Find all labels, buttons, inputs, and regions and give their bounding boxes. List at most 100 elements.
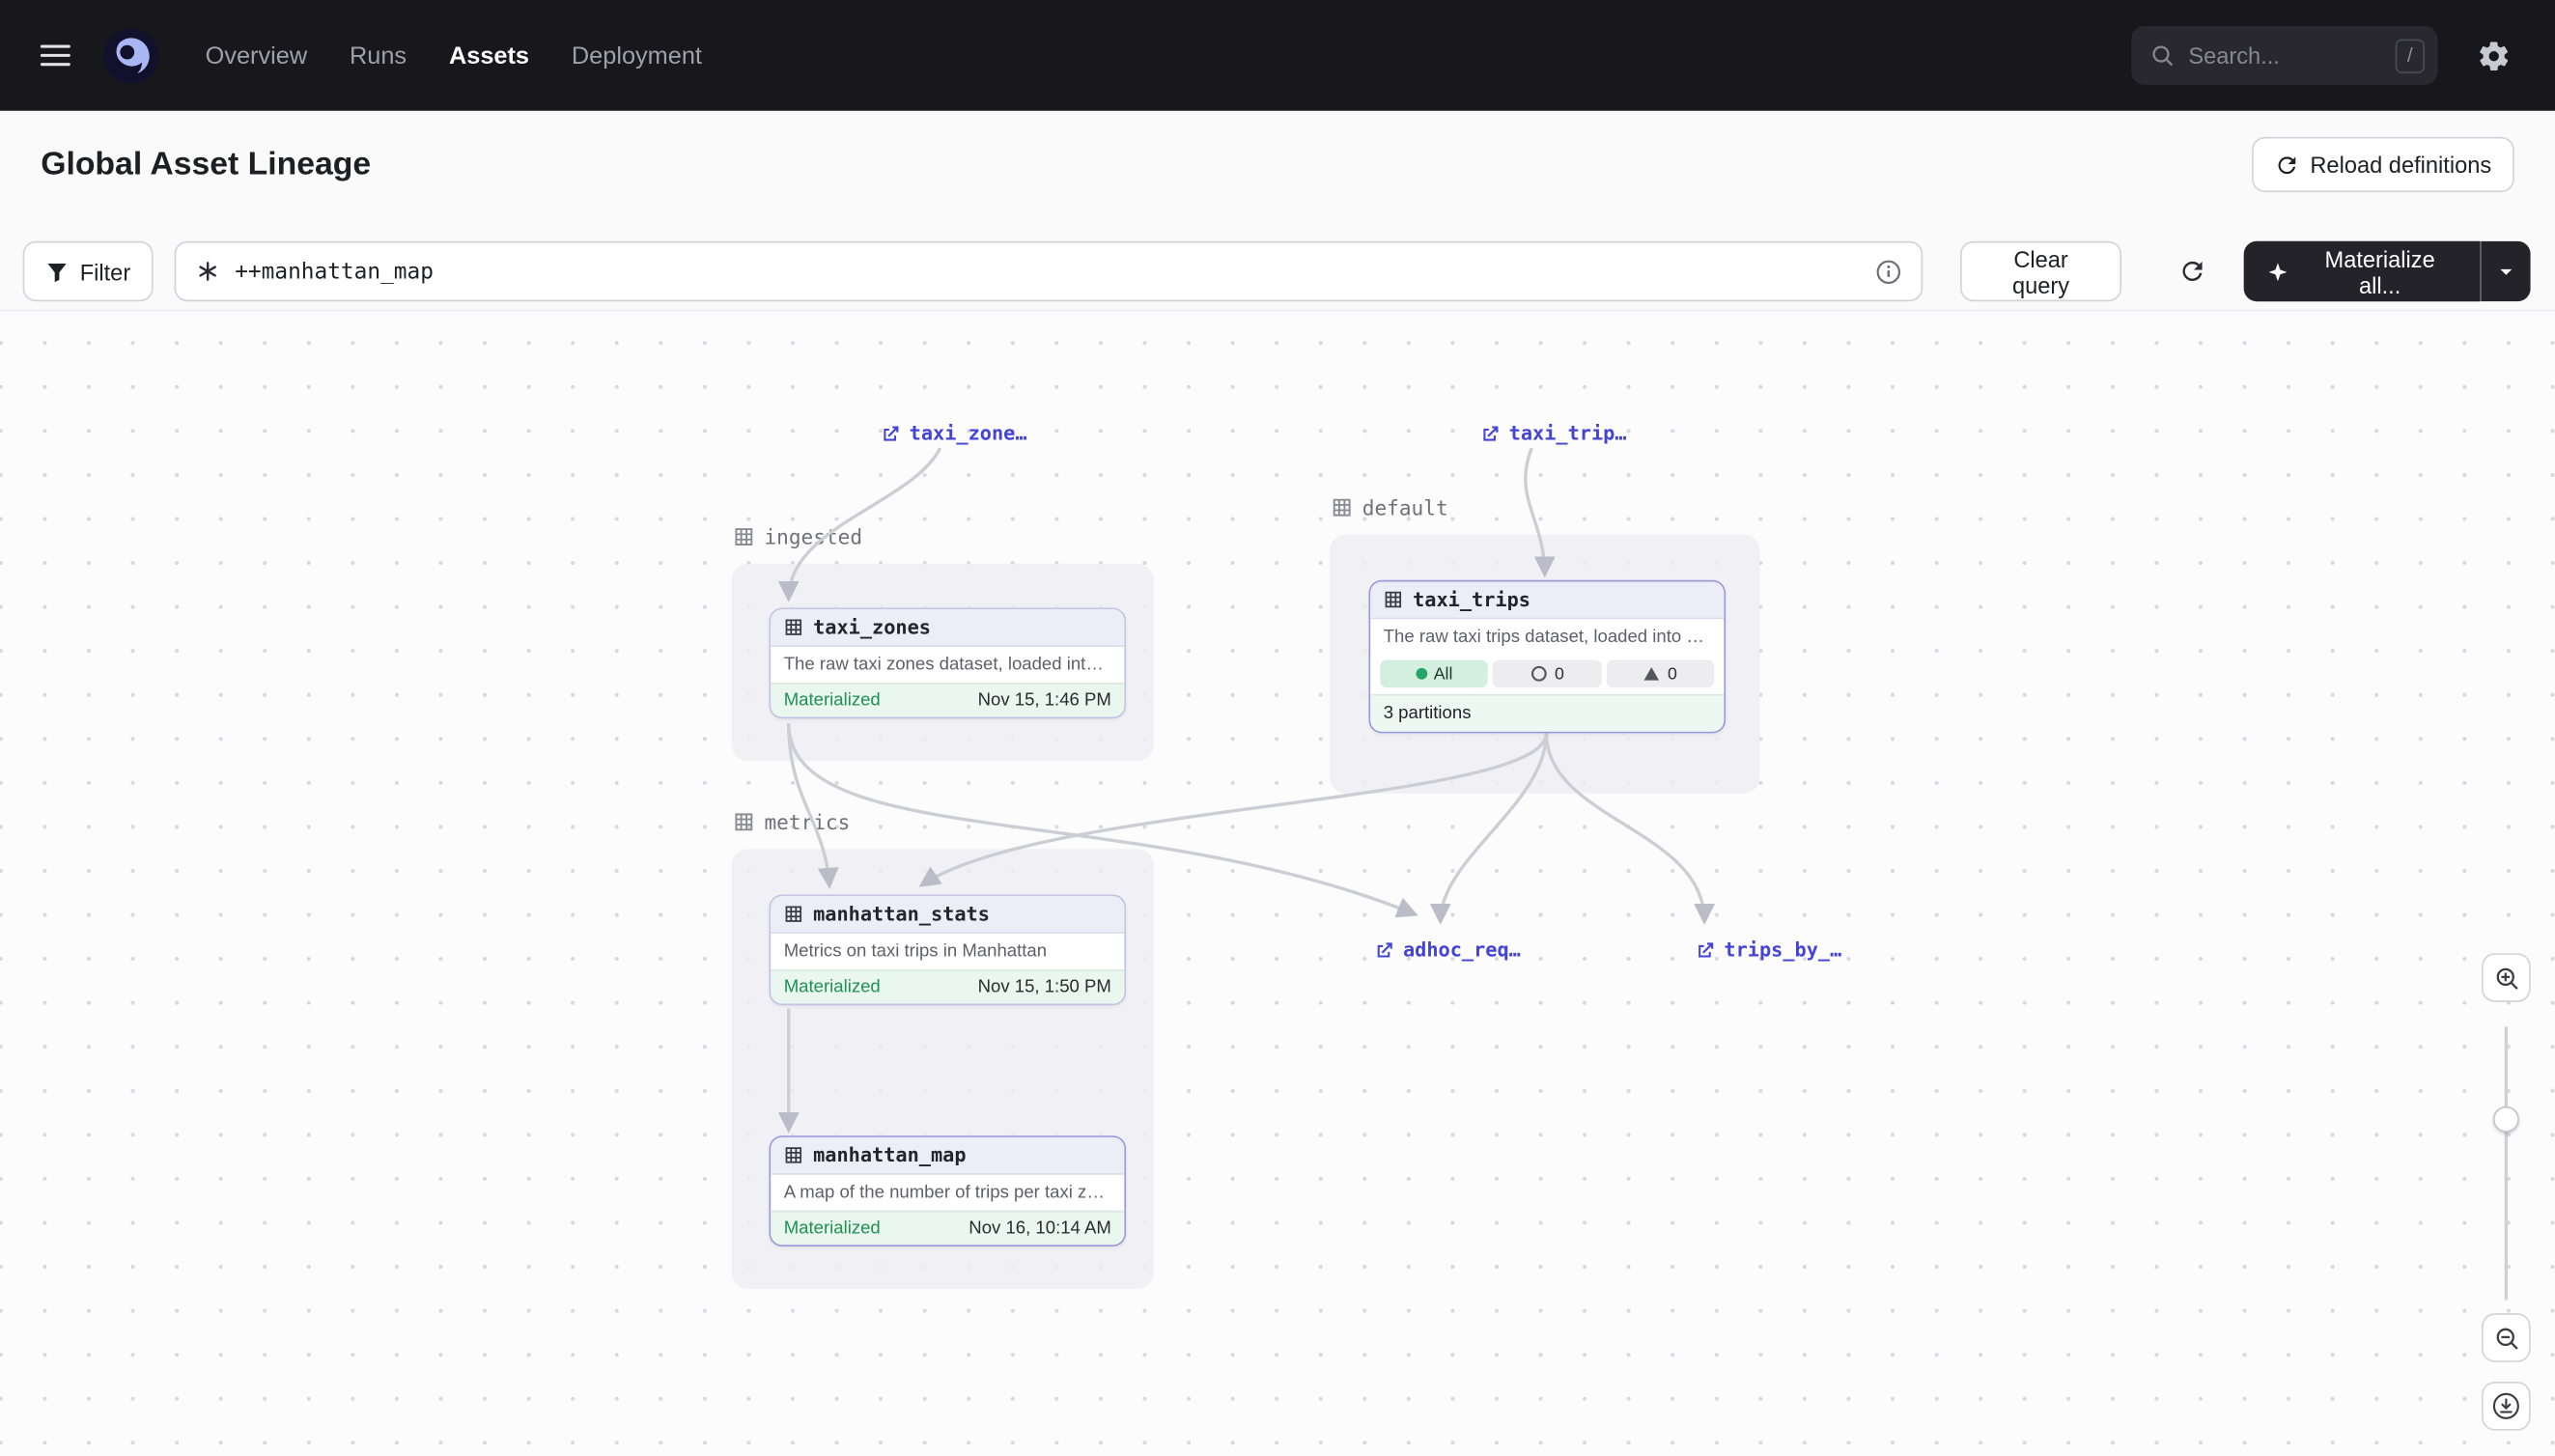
circle-outline-icon <box>1530 665 1549 684</box>
nav-runs[interactable]: Runs <box>350 42 407 70</box>
external-asset-taxi-zone[interactable]: taxi_zone… <box>880 422 1026 445</box>
zoom-out-button[interactable] <box>2482 1313 2531 1362</box>
chevron-down-icon <box>2495 260 2518 283</box>
zoom-in-button[interactable] <box>2482 953 2531 1002</box>
global-search-input[interactable]: Search... / <box>2131 26 2437 85</box>
partition-chip-label: 0 <box>1668 664 1677 684</box>
asset-name: taxi_zones <box>813 616 931 639</box>
materialize-split-button: Materialize all... <box>2243 241 2530 301</box>
filter-label: Filter <box>80 258 131 284</box>
sparkle-icon <box>2266 260 2288 283</box>
reload-definitions-label: Reload definitions <box>2310 152 2491 178</box>
table-icon <box>1384 590 1403 609</box>
refresh-graph-button[interactable] <box>2163 241 2221 301</box>
asset-description: Metrics on taxi trips in Manhattan <box>771 934 1124 969</box>
external-asset-trips-by-week[interactable]: trips_by_… <box>1695 938 1841 962</box>
download-graph-button[interactable] <box>2482 1382 2531 1431</box>
lineage-toolbar: Filter ++manhattan_map Clear query Mater… <box>23 241 2531 301</box>
materialize-all-button[interactable]: Materialize all... <box>2243 241 2481 301</box>
refresh-icon <box>2177 258 2205 286</box>
status-badge: Materialized <box>784 978 881 997</box>
funnel-icon <box>45 260 69 283</box>
table-icon <box>784 1145 803 1164</box>
clear-query-button[interactable]: Clear query <box>1960 241 2122 301</box>
materialize-all-label: Materialize all... <box>2302 245 2458 297</box>
asset-description: The raw taxi trips dataset, loaded into … <box>1370 619 1724 655</box>
table-icon <box>784 905 803 924</box>
external-asset-adhoc-request[interactable]: adhoc_req… <box>1374 938 1521 962</box>
partition-chip-missing[interactable]: 0 <box>1493 659 1601 687</box>
external-asset-label: trips_by_… <box>1724 938 1841 962</box>
zoom-slider-thumb[interactable] <box>2493 1106 2519 1133</box>
asset-status-footer: Materialized Nov 15, 1:50 PM <box>771 969 1124 1003</box>
hamburger-icon <box>38 38 73 73</box>
materialization-timestamp[interactable]: Nov 16, 10:14 AM <box>969 1218 1111 1238</box>
zoom-in-icon <box>2492 964 2520 992</box>
gear-icon <box>2476 39 2510 72</box>
asset-name: manhattan_stats <box>813 903 990 926</box>
lineage-edges <box>0 311 2555 1456</box>
asset-name: taxi_trips <box>1413 588 1530 611</box>
partition-health-row: All 0 0 <box>1370 655 1724 694</box>
partition-chip-label: All <box>1434 664 1453 684</box>
menu-button[interactable] <box>23 23 89 89</box>
graph-query-icon <box>196 259 220 283</box>
external-link-icon <box>1479 423 1501 444</box>
asset-selection-value: ++manhattan_map <box>235 258 434 284</box>
asset-name: manhattan_map <box>813 1144 966 1167</box>
status-badge: Materialized <box>784 691 881 711</box>
warning-triangle-icon <box>1643 665 1662 684</box>
lineage-canvas[interactable]: ingested default metrics <box>0 310 2555 1456</box>
zoom-slider-track[interactable] <box>2505 1026 2508 1301</box>
status-badge: Materialized <box>784 1218 881 1238</box>
partition-chip-failed[interactable]: 0 <box>1606 659 1714 687</box>
filter-button[interactable]: Filter <box>23 241 154 301</box>
external-link-icon <box>1695 939 1716 961</box>
external-link-icon <box>880 423 901 444</box>
asset-node-header: taxi_trips <box>1370 581 1724 619</box>
external-asset-label: taxi_zone… <box>910 422 1027 445</box>
asset-selection-input[interactable]: ++manhattan_map <box>175 241 1923 301</box>
asset-description: The raw taxi zones dataset, loaded int… <box>771 647 1124 683</box>
external-link-icon <box>1374 939 1395 961</box>
partitions-count-link[interactable]: 3 partitions <box>1370 694 1724 732</box>
asset-node-header: manhattan_map <box>771 1137 1124 1175</box>
asset-node-manhattan-stats[interactable]: manhattan_stats Metrics on taxi trips in… <box>770 894 1127 1005</box>
materialized-dot-icon <box>1416 668 1427 680</box>
external-asset-taxi-trip[interactable]: taxi_trip… <box>1479 422 1626 445</box>
materialization-timestamp[interactable]: Nov 15, 1:46 PM <box>978 691 1111 711</box>
partition-chip-materialized[interactable]: All <box>1380 659 1488 687</box>
dagster-logo[interactable] <box>98 23 163 89</box>
primary-nav: Overview Runs Assets Deployment <box>206 42 702 70</box>
external-asset-label: adhoc_req… <box>1403 938 1521 962</box>
asset-node-header: taxi_zones <box>771 609 1124 647</box>
nav-assets[interactable]: Assets <box>449 42 529 70</box>
search-icon <box>2149 42 2176 69</box>
settings-button[interactable] <box>2460 23 2526 89</box>
top-navbar: Overview Runs Assets Deployment Search..… <box>0 0 2555 111</box>
materialization-timestamp[interactable]: Nov 15, 1:50 PM <box>978 978 1111 997</box>
search-placeholder: Search... <box>2188 42 2382 69</box>
download-icon <box>2491 1391 2520 1420</box>
search-shortcut-badge: / <box>2396 39 2425 72</box>
asset-node-header: manhattan_stats <box>771 896 1124 934</box>
dagster-app: Overview Runs Assets Deployment Search..… <box>0 0 2555 1456</box>
nav-overview[interactable]: Overview <box>206 42 307 70</box>
info-icon <box>1875 258 1901 284</box>
refresh-icon <box>2274 153 2298 177</box>
asset-node-manhattan-map[interactable]: manhattan_map A map of the number of tri… <box>770 1135 1127 1246</box>
reload-definitions-button[interactable]: Reload definitions <box>2252 137 2514 192</box>
table-icon <box>784 618 803 637</box>
query-info-icon[interactable] <box>1875 258 1901 284</box>
materialize-options-button[interactable] <box>2481 241 2531 301</box>
asset-node-taxi-zones[interactable]: taxi_zones The raw taxi zones dataset, l… <box>770 607 1127 718</box>
partition-chip-label: 0 <box>1555 664 1564 684</box>
page-title: Global Asset Lineage <box>41 146 371 183</box>
asset-status-footer: Materialized Nov 15, 1:46 PM <box>771 683 1124 716</box>
clear-query-label: Clear query <box>1982 245 2099 297</box>
dagster-logo-icon <box>100 25 160 85</box>
asset-node-taxi-trips[interactable]: taxi_trips The raw taxi trips dataset, l… <box>1369 580 1727 734</box>
asset-description: A map of the number of trips per taxi z… <box>771 1175 1124 1211</box>
nav-deployment[interactable]: Deployment <box>572 42 702 70</box>
external-asset-label: taxi_trip… <box>1509 422 1627 445</box>
